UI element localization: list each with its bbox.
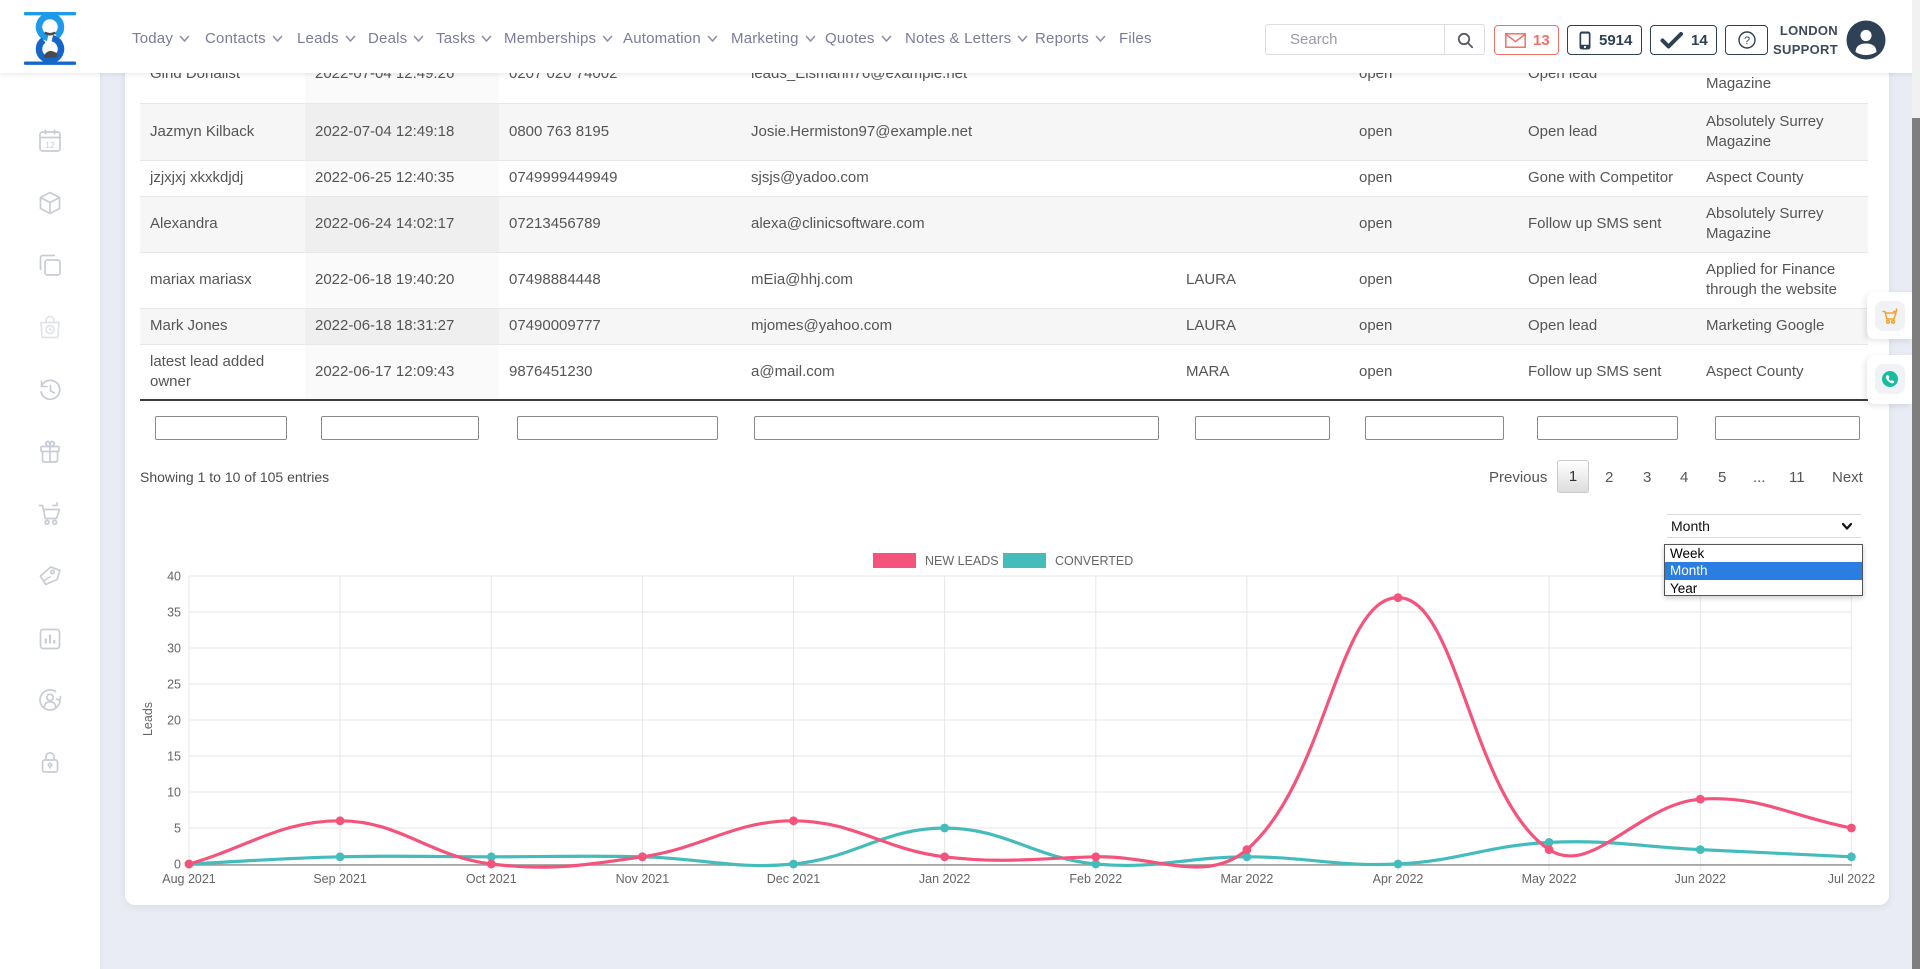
svg-text:12: 12	[45, 140, 55, 150]
